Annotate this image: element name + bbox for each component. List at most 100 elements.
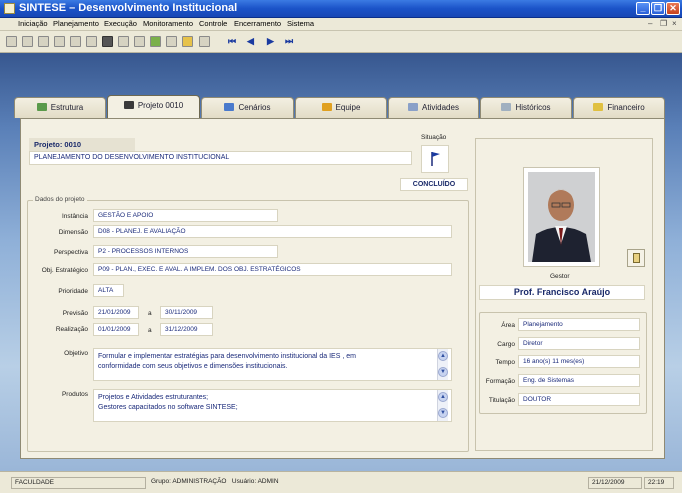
perspectiva-field[interactable]: P2 - PROCESSOS INTERNOS <box>93 245 278 258</box>
realizacao-fim-field[interactable]: 31/12/2009 <box>160 323 213 336</box>
tab-atividades[interactable]: Atividades <box>388 97 479 118</box>
history-icon <box>501 103 512 111</box>
document-icon <box>633 253 640 263</box>
previous-record-icon[interactable]: ◀ <box>247 36 254 47</box>
tab-financeiro[interactable]: Financeiro <box>573 97 665 118</box>
produtos-line-2: Gestores capacitados no software SINTESE… <box>98 404 238 411</box>
tab-estrutura[interactable]: Estrutura <box>14 97 106 118</box>
title-bar: SINTESE – Desenvolvimento Institucional … <box>0 0 682 18</box>
first-record-icon[interactable]: ⏮ <box>228 36 236 47</box>
flag-icon <box>431 152 440 166</box>
produtos-scrollbar[interactable]: ▲ ▼ <box>437 390 448 421</box>
instancia-field[interactable]: GESTÃO E APOIO <box>93 209 278 222</box>
dados-title: Dados do projeto <box>33 196 87 203</box>
menu-sistema[interactable]: Sistema <box>287 19 314 28</box>
objetivo-field[interactable]: Formular e implementar estratégias para … <box>93 348 452 381</box>
mdi-close-icon[interactable]: × <box>672 19 677 28</box>
window-title: SINTESE – Desenvolvimento Institucional <box>19 2 238 14</box>
realizacao-inicio-field[interactable]: 01/01/2009 <box>93 323 139 336</box>
mdi-restore-icon[interactable]: ❐ <box>660 19 667 28</box>
menu-execucao[interactable]: Execução <box>104 19 137 28</box>
realizacao-separator: a <box>148 327 152 334</box>
produtos-label: Produtos <box>61 391 88 398</box>
tempo-label: Tempo <box>495 359 515 366</box>
last-record-icon[interactable]: ⏭ <box>285 36 293 47</box>
perspectiva-label: Perspectiva <box>54 249 88 256</box>
tab-historicos[interactable]: Históricos <box>480 97 572 118</box>
obj-estrategico-label: Obj. Estratégico <box>41 267 88 274</box>
restore-button[interactable]: ❐ <box>651 2 665 15</box>
scroll-up-icon[interactable]: ▲ <box>438 351 448 361</box>
menu-controle[interactable]: Controle <box>199 19 227 28</box>
find-icon[interactable] <box>70 36 81 47</box>
realizacao-label: Realização <box>55 326 88 333</box>
status-field: CONCLUÍDO <box>400 178 468 191</box>
edit-icon[interactable] <box>38 36 49 47</box>
wand-icon[interactable] <box>182 36 193 47</box>
scroll-down-icon[interactable]: ▼ <box>438 408 448 418</box>
previsao-label: Previsão <box>62 310 88 317</box>
situation-flag <box>421 145 449 173</box>
tab-projeto[interactable]: Projeto 0010 <box>107 95 200 119</box>
activities-icon <box>408 103 419 111</box>
scroll-down-icon[interactable]: ▼ <box>438 367 448 377</box>
status-bar: FACULDADE Grupo: ADMINISTRAÇÃO Usuário: … <box>0 471 682 493</box>
tab-equipe[interactable]: Equipe <box>295 97 387 118</box>
menu-encerramento[interactable]: Encerramento <box>234 19 281 28</box>
cargo-label: Cargo <box>497 341 515 348</box>
status-usuario: Usuário: ADMIN <box>231 478 279 485</box>
titulacao-field: DOUTOR <box>518 393 640 406</box>
cargo-field: Diretor <box>518 337 640 350</box>
objetivo-line-1: Formular e implementar estratégias para … <box>98 353 356 360</box>
area-label: Área <box>501 322 515 329</box>
produtos-field[interactable]: Projetos e Atividades estruturantes; Ges… <box>93 389 452 422</box>
gestor-photo <box>523 167 600 267</box>
gestor-label: Gestor <box>550 273 570 280</box>
status-user-panel: Grupo: ADMINISTRAÇÃO Usuário: ADMIN <box>148 477 586 489</box>
menu-iniciacao[interactable]: Iniciação <box>18 19 48 28</box>
project-name-field[interactable]: PLANEJAMENTO DO DESENVOLVIMENTO INSTITUC… <box>29 151 412 165</box>
situacao-label: Situação <box>421 134 447 141</box>
gestor-name-field: Prof. Francisco Araújo <box>479 285 645 300</box>
toolbar: ⏮ ◀ ▶ ⏭ <box>0 31 682 53</box>
status-time: 22:19 <box>644 477 674 489</box>
next-record-icon[interactable]: ▶ <box>267 36 274 47</box>
previsao-fim-field[interactable]: 30/11/2009 <box>160 306 213 319</box>
export-icon[interactable] <box>134 36 145 47</box>
obj-estrategico-field[interactable]: P09 - PLAN., EXEC. E AVAL. A IMPLEM. DOS… <box>93 263 452 276</box>
copy-icon[interactable] <box>54 36 65 47</box>
tree-icon <box>36 103 47 111</box>
project-header: Projeto: 0010 <box>29 138 135 151</box>
binoculars-icon[interactable] <box>86 36 97 47</box>
previsao-inicio-field[interactable]: 21/01/2009 <box>93 306 139 319</box>
previsao-separator: a <box>148 310 152 317</box>
formacao-field: Eng. de Sistemas <box>518 374 640 387</box>
tab-cenarios[interactable]: Cenários <box>201 97 294 118</box>
titulacao-label: Titulação <box>488 397 515 404</box>
objetivo-line-2: conformidade com seus objetivos e dimens… <box>98 363 288 370</box>
minimize-button[interactable]: _ <box>636 2 650 15</box>
delete-icon[interactable] <box>22 36 33 47</box>
mdi-minimize-icon[interactable]: – <box>648 19 652 28</box>
objetivo-scrollbar[interactable]: ▲ ▼ <box>437 349 448 380</box>
prioridade-field[interactable]: ALTA <box>93 284 124 297</box>
print-icon[interactable] <box>199 36 210 47</box>
chart-icon[interactable] <box>166 36 177 47</box>
menu-bar: Iniciação Planejamento Execução Monitora… <box>0 18 682 31</box>
area-field: Planejamento <box>518 318 640 331</box>
gestor-action-button[interactable] <box>627 249 645 267</box>
app-icon <box>4 3 15 14</box>
percent-icon[interactable] <box>150 36 161 47</box>
menu-monitoramento[interactable]: Monitoramento <box>143 19 193 28</box>
menu-planejamento[interactable]: Planejamento <box>53 19 99 28</box>
finance-icon <box>593 103 604 111</box>
scenario-icon <box>224 103 235 111</box>
scroll-up-icon[interactable]: ▲ <box>438 392 448 402</box>
report-icon[interactable] <box>118 36 129 47</box>
team-icon <box>321 103 332 111</box>
dimensao-field[interactable]: D08 - PLANEJ. E AVALIAÇÃO <box>93 225 452 238</box>
tempo-field: 16 ano(s) 11 mes(es) <box>518 355 640 368</box>
close-button[interactable]: ✕ <box>666 2 680 15</box>
new-icon[interactable] <box>6 36 17 47</box>
grid-icon[interactable] <box>102 36 113 47</box>
